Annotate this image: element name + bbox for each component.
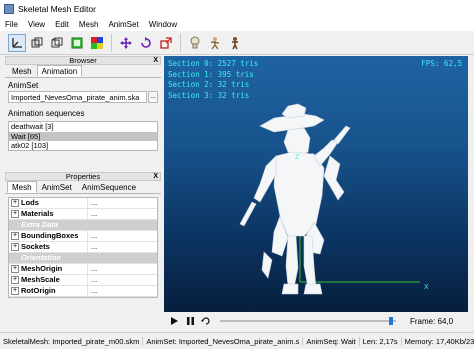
3d-viewport[interactable]: Section 0: 2527 tris Section 1: 395 tris… (164, 56, 468, 312)
toolbar-separator (111, 33, 112, 52)
toolbar (0, 31, 474, 55)
frame-slider[interactable] (220, 317, 396, 325)
z-axis-label: Z (295, 154, 300, 161)
rotate-icon[interactable] (137, 34, 155, 52)
prop-group-orientation: Orientation (9, 253, 157, 264)
axes-icon[interactable] (8, 33, 26, 52)
toolbar-separator (180, 33, 181, 52)
list-item[interactable]: deathwait [3] (9, 122, 157, 132)
prop-group-extra-data: Extra Data (9, 220, 157, 231)
pirate-figure (239, 103, 351, 295)
tab-animsequence-props[interactable]: AnimSequence (77, 181, 141, 193)
prop-row-rotorigin[interactable]: + RotOrigin ... (9, 286, 157, 297)
character-icon[interactable] (226, 34, 244, 52)
animset-row: ... (5, 91, 161, 104)
status-mesh: SkeletalMesh: Imported_pirate_m00.skm (0, 336, 144, 346)
tab-mesh-props[interactable]: Mesh (7, 181, 37, 193)
properties-tabs: Mesh AnimSet AnimSequence (5, 181, 161, 194)
browser-close-button[interactable]: X (153, 57, 158, 65)
skeleton-icon[interactable] (186, 34, 204, 52)
menu-animset[interactable]: AnimSet (103, 20, 143, 29)
title-bar: Skeletal Mesh Editor (0, 0, 368, 18)
list-item[interactable]: atk02 [103] (9, 141, 157, 150)
prop-row-meshorigin[interactable]: + MeshOrigin ... (9, 264, 157, 275)
status-length: Len: 2,17s (360, 336, 402, 346)
mesh-wire-icon[interactable] (48, 34, 66, 52)
left-panel: Browser X Mesh Animation AnimSet ... Ani… (5, 56, 161, 330)
list-item-selected[interactable]: Wait [65] (9, 131, 157, 141)
expand-icon[interactable]: + (11, 265, 19, 273)
menu-bar: File View Edit Mesh AnimSet Window (0, 18, 474, 31)
tab-mesh[interactable]: Mesh (7, 65, 37, 77)
animation-sequences-list[interactable]: deathwait [3] Wait [65] atk02 [103] (8, 121, 158, 151)
prop-row-sockets[interactable]: + Sockets ... (9, 242, 157, 253)
background-area (368, 0, 474, 18)
animset-label: AnimSet (8, 81, 39, 90)
properties-title: Properties (65, 172, 101, 181)
scale-icon[interactable] (157, 34, 175, 52)
menu-mesh[interactable]: Mesh (74, 20, 104, 29)
app-icon (4, 4, 14, 14)
play-icon[interactable] (168, 315, 180, 327)
expand-icon[interactable]: + (11, 210, 19, 218)
menu-edit[interactable]: Edit (50, 20, 74, 29)
expand-icon[interactable]: + (11, 287, 19, 295)
sequences-label: Animation sequences (8, 109, 85, 118)
menu-view[interactable]: View (23, 20, 50, 29)
playback-bar: Frame: 64,0 (164, 312, 468, 330)
window-title: Skeletal Mesh Editor (18, 4, 96, 14)
skeletal-mesh-editor-window: Skeletal Mesh Editor File View Edit Mesh… (0, 0, 474, 349)
prop-row-materials[interactable]: + Materials ... (9, 209, 157, 220)
mesh-icon[interactable] (28, 34, 46, 52)
status-animseq: AnimSeq: Wait (303, 336, 360, 346)
slider-track (220, 320, 396, 322)
prop-row-meshscale[interactable]: + MeshScale ... (9, 275, 157, 286)
move-icon[interactable] (117, 34, 135, 52)
prop-row-boundingboxes[interactable]: + BoundingBoxes ... (9, 231, 157, 242)
prop-row-lods[interactable]: + Lods ... (9, 198, 157, 209)
pause-icon[interactable] (184, 315, 196, 327)
properties-close-button[interactable]: X (153, 173, 158, 181)
menu-window[interactable]: Window (144, 20, 182, 29)
menu-file[interactable]: File (0, 20, 23, 29)
material-icon[interactable] (68, 34, 86, 52)
expand-icon[interactable]: + (11, 232, 19, 240)
animset-field[interactable] (8, 91, 147, 103)
browser-title: Browser (69, 56, 97, 65)
tab-animset-props[interactable]: AnimSet (37, 181, 77, 193)
slider-handle[interactable] (389, 317, 393, 325)
properties-header: Properties X (5, 172, 161, 181)
color-grid-icon[interactable] (88, 34, 106, 52)
status-memory: Memory: 17,40Kb/23 (402, 337, 474, 346)
status-bar: SkeletalMesh: Imported_pirate_m00.skm An… (0, 332, 474, 349)
loop-icon[interactable] (200, 315, 212, 327)
status-animset: AnimSet: Imported_NevesOma_pirate_anim.s (143, 336, 304, 346)
properties-table: + Lods ... + Materials ... Extra Data + … (8, 197, 158, 298)
animset-browse-button[interactable]: ... (148, 91, 158, 103)
pirate-model (239, 103, 420, 295)
anim-icon[interactable] (206, 34, 224, 52)
browser-header: Browser X (5, 56, 161, 65)
tab-animation[interactable]: Animation (36, 65, 83, 77)
expand-icon[interactable]: + (11, 199, 19, 207)
frame-readout: Frame: 64,0 (410, 316, 454, 326)
x-axis-label: X (424, 284, 429, 291)
expand-icon[interactable]: + (11, 276, 19, 284)
expand-icon[interactable]: + (11, 243, 19, 251)
browser-tabs: Mesh Animation (5, 65, 161, 78)
